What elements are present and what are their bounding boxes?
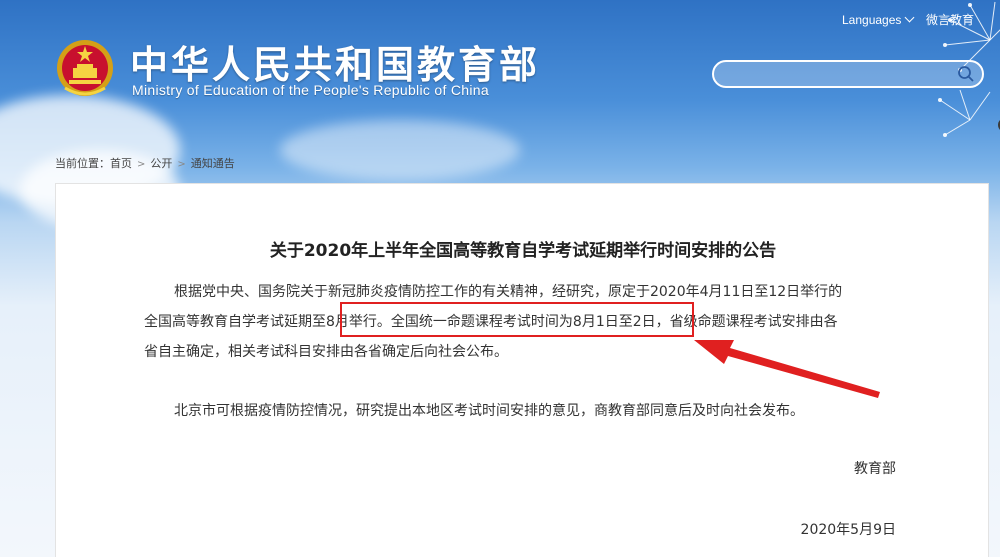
site-subtitle: Ministry of Education of the People's Re…: [132, 82, 489, 98]
para1-line1: 根据党中央、国务院关于新冠肺炎疫情防控工作的有关精神，经研究，原定于2020年4…: [174, 284, 843, 300]
chevron-right-icon: >: [177, 159, 186, 170]
breadcrumb-prefix: 当前位置：: [55, 157, 110, 170]
languages-dropdown[interactable]: Languages: [842, 12, 915, 27]
article-title: 关于2020年上半年全国高等教育自学考试延期举行时间安排的公告: [269, 241, 777, 261]
chevron-right-icon: >: [137, 159, 146, 170]
breadcrumb: 当前位置：首页 > 公开 > 通知通告: [55, 155, 235, 171]
site-header: 中华人民共和国教育部 Ministry of Education of the …: [0, 0, 1000, 150]
article-signature: 教育部: [854, 461, 896, 477]
weiyan-link[interactable]: 微言教育: [926, 11, 974, 28]
languages-label: Languages: [842, 13, 902, 27]
search-input[interactable]: [712, 60, 984, 88]
red-arrow-annotation: [694, 340, 880, 398]
chevron-down-icon: [904, 12, 915, 23]
breadcrumb-public[interactable]: 公开: [150, 157, 172, 170]
highlight-annotation-box: [340, 302, 694, 337]
article-date: 2020年5月9日: [800, 522, 896, 538]
site-title[interactable]: 中华人民共和国教育部: [130, 34, 540, 89]
search-icon[interactable]: [957, 65, 975, 83]
para1-line3: 省自主确定，相关考试科目安排由各省确定后向社会公布。: [144, 344, 508, 360]
national-emblem-icon[interactable]: [55, 38, 115, 100]
breadcrumb-home[interactable]: 首页: [110, 157, 132, 170]
breadcrumb-notices[interactable]: 通知通告: [191, 157, 235, 170]
